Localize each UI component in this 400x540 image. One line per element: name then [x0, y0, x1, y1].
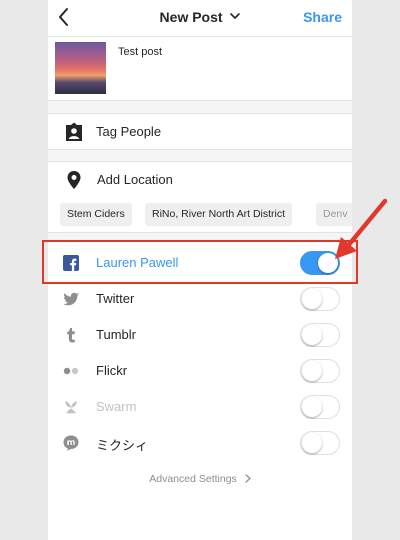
share-swarm-row: Swarm: [48, 389, 352, 424]
share-button[interactable]: Share: [303, 9, 342, 25]
share-tumblr-row: Tumblr: [48, 317, 352, 352]
post-thumbnail: [55, 42, 106, 94]
toggle-knob: [302, 433, 322, 453]
location-pin-icon: [67, 171, 81, 189]
add-location-row[interactable]: Add Location: [48, 162, 352, 197]
swarm-icon: [65, 401, 77, 414]
section-divider: [48, 150, 352, 162]
share-facebook-row: Lauren Pawell: [48, 245, 352, 280]
navigation-bar: New Post Share: [48, 0, 352, 37]
chevron-right-icon: [245, 474, 251, 483]
facebook-toggle[interactable]: [300, 251, 340, 275]
twitter-icon: [63, 292, 79, 306]
location-chip[interactable]: Stem Ciders: [60, 203, 132, 226]
advanced-settings-link[interactable]: Advanced Settings: [48, 473, 352, 485]
section-divider: [48, 101, 352, 114]
advanced-settings-label: Advanced Settings: [149, 473, 237, 485]
swarm-label: Swarm: [96, 399, 137, 414]
mixi-toggle[interactable]: [300, 431, 340, 455]
new-post-screen: New Post Share Test post Tag People Add …: [48, 0, 352, 540]
share-flickr-row: Flickr: [48, 353, 352, 388]
toggle-knob: [302, 289, 322, 309]
swarm-toggle[interactable]: [300, 395, 340, 419]
facebook-icon: [63, 255, 79, 271]
tumblr-toggle[interactable]: [300, 323, 340, 347]
tag-people-label: Tag People: [96, 124, 162, 139]
mixi-label: ミクシィ: [96, 438, 149, 453]
share-twitter-row: Twitter: [48, 281, 352, 316]
tumblr-label: Tumblr: [96, 327, 136, 342]
facebook-account-label: Lauren Pawell: [96, 255, 179, 270]
caption-input[interactable]: Test post: [118, 46, 162, 58]
toggle-knob: [302, 325, 322, 345]
page-title: New Post: [159, 9, 223, 25]
add-location-label: Add Location: [97, 172, 173, 187]
twitter-toggle[interactable]: [300, 287, 340, 311]
toggle-knob: [302, 397, 322, 417]
share-mixi-row: ミクシィ: [48, 425, 352, 460]
tumblr-icon: [67, 328, 75, 343]
twitter-label: Twitter: [96, 291, 135, 306]
tag-people-row[interactable]: Tag People: [48, 114, 352, 150]
post-preview: Test post: [48, 37, 352, 101]
location-chip[interactable]: RiNo, River North Art District: [145, 203, 293, 226]
location-chip[interactable]: Denv: [316, 203, 352, 226]
chevron-down-icon: [230, 13, 241, 20]
section-divider: [48, 233, 352, 241]
person-tag-icon: [66, 122, 82, 141]
flickr-icon: [63, 367, 79, 375]
location-suggestions: Stem Ciders RiNo, River North Art Distri…: [48, 198, 352, 233]
mixi-icon: [63, 435, 79, 451]
flickr-toggle[interactable]: [300, 359, 340, 383]
toggle-knob: [318, 253, 338, 273]
flickr-label: Flickr: [96, 363, 128, 378]
toggle-knob: [302, 361, 322, 381]
